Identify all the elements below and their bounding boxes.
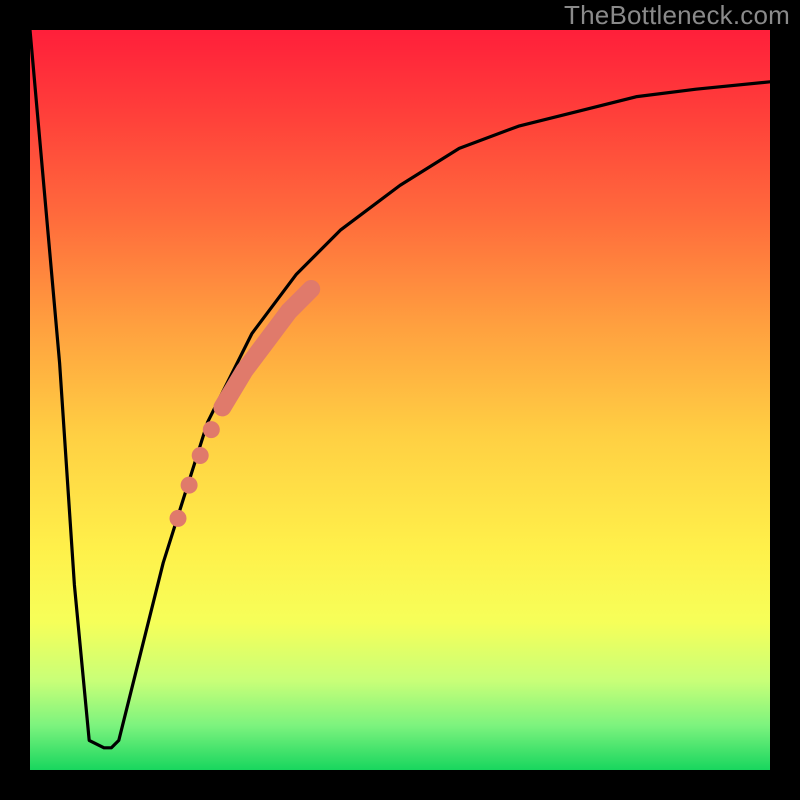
chart-stage: TheBottleneck.com [0,0,800,800]
bottleneck-chart [0,0,800,800]
plot-area [30,30,770,770]
highlight-dot [192,447,209,464]
highlight-dot [170,510,187,527]
watermark-text: TheBottleneck.com [564,0,790,31]
highlight-dot [203,421,220,438]
highlight-dot [181,477,198,494]
